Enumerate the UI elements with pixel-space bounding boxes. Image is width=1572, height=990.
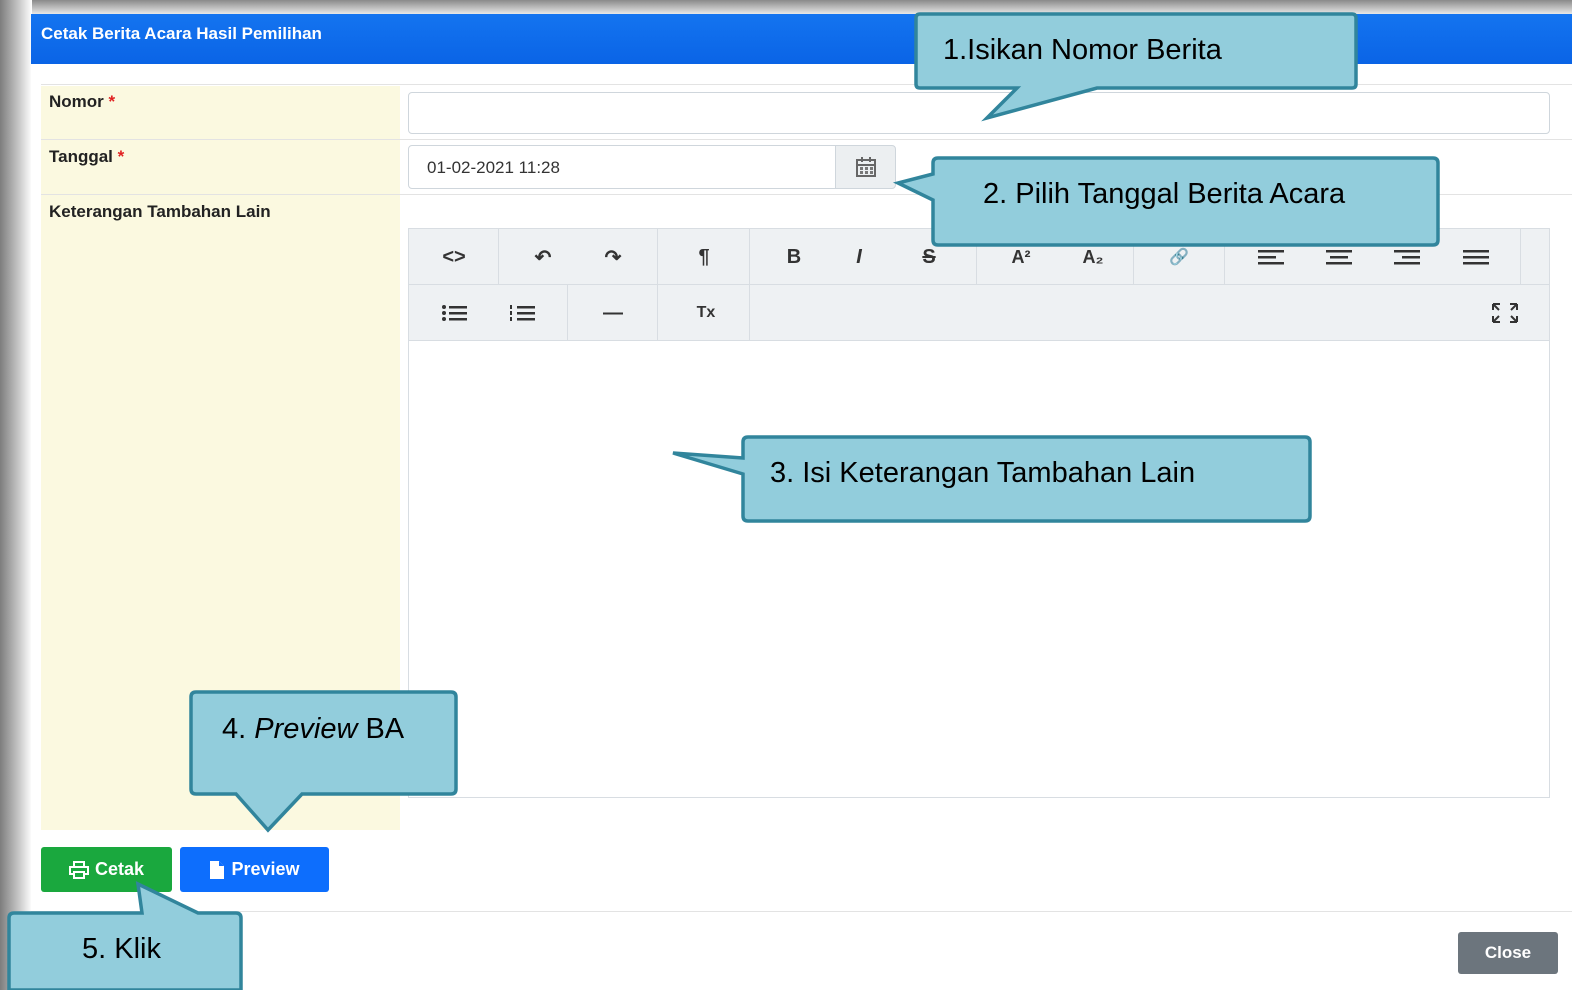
toolbar-separator — [749, 229, 750, 285]
screenshot-frame: Cetak Berita Acara Hasil Pemilihan Nomor… — [0, 0, 1572, 990]
align-center-button[interactable] — [1319, 241, 1359, 273]
preview-label: Preview — [231, 859, 300, 879]
keterangan-label: Keterangan Tambahan Lain — [49, 202, 271, 221]
required-mark: * — [108, 92, 116, 111]
tanggal-label-text: Tanggal — [49, 147, 113, 166]
toolbar-separator — [657, 229, 658, 285]
align-left-button[interactable] — [1251, 241, 1291, 273]
callout-1-text: 1.Isikan Nomor Berita — [943, 34, 1222, 66]
toolbar-row-1: <> ↶ ↷ ¶ B I S A² A₂ 🔗 — [409, 229, 1549, 285]
callout-5-text: 5. Klik — [82, 933, 161, 965]
printer-icon — [68, 860, 89, 879]
footer-divider — [31, 911, 1572, 912]
justify-icon — [1463, 250, 1489, 265]
clear-format-icon: Tx — [696, 304, 716, 321]
fullscreen-icon — [1492, 303, 1518, 323]
callout-4-text: 4. Preview BA — [222, 713, 404, 746]
editor-toolbar: <> ↶ ↷ ¶ B I S A² A₂ 🔗 — Tx — [409, 229, 1549, 341]
subscript-icon: A₂ — [1082, 246, 1104, 267]
calendar-button[interactable] — [835, 145, 896, 189]
italic-icon: I — [856, 245, 862, 268]
callout-3-text: 3. Isi Keterangan Tambahan Lain — [770, 457, 1196, 489]
nomor-label: Nomor * — [49, 92, 115, 112]
link-icon: 🔗 — [1169, 249, 1189, 266]
align-center-icon — [1326, 250, 1352, 265]
nomor-label-text: Nomor — [49, 92, 104, 111]
shadow-top — [0, 0, 1572, 14]
callout-4-number: 4. — [222, 713, 247, 745]
callout-4-italic: Preview — [254, 713, 358, 745]
bold-icon: B — [786, 245, 802, 268]
bullet-list-button[interactable] — [434, 297, 474, 329]
callout-2-text: 2. Pilih Tanggal Berita Acara — [983, 178, 1346, 210]
tanggal-label: Tanggal * — [49, 147, 124, 167]
numbered-list-button[interactable] — [502, 297, 542, 329]
cetak-button[interactable]: Cetak — [41, 847, 172, 892]
undo-button[interactable]: ↶ — [523, 241, 563, 273]
shadow-left — [0, 0, 32, 990]
bold-button[interactable]: B — [774, 241, 814, 273]
align-right-button[interactable] — [1387, 241, 1427, 273]
file-icon — [210, 860, 225, 879]
toolbar-separator — [1520, 229, 1521, 285]
toolbar-separator — [976, 229, 977, 285]
calendar-icon — [855, 157, 876, 177]
strikethrough-button[interactable]: S — [909, 241, 949, 273]
toolbar-separator — [1133, 229, 1134, 285]
subscript-button[interactable]: A₂ — [1073, 241, 1113, 273]
callout-4-rest: BA — [365, 713, 405, 745]
clear-format-button[interactable]: Tx — [686, 297, 726, 329]
toolbar-separator — [749, 285, 750, 341]
tanggal-input[interactable]: 01-02-2021 11:28 — [408, 145, 836, 189]
undo-icon: ↶ — [534, 246, 552, 269]
redo-icon: ↷ — [604, 246, 622, 269]
row-divider — [41, 139, 1572, 140]
justify-button[interactable] — [1456, 241, 1496, 273]
rich-text-editor[interactable]: <> ↶ ↷ ¶ B I S A² A₂ 🔗 — Tx — [408, 228, 1550, 798]
editor-content-area[interactable] — [409, 342, 1549, 797]
code-icon: <> — [442, 245, 466, 268]
code-view-button[interactable]: <> — [434, 241, 474, 273]
toolbar-separator — [1224, 229, 1225, 285]
paragraph-button[interactable]: ¶ — [684, 241, 724, 273]
nomor-input[interactable] — [408, 92, 1550, 134]
close-button[interactable]: Close — [1458, 932, 1558, 974]
modal-title: Cetak Berita Acara Hasil Pemilihan — [41, 24, 322, 43]
italic-button[interactable]: I — [839, 241, 879, 273]
horizontal-rule-button[interactable]: — — [593, 297, 633, 329]
align-right-icon — [1394, 250, 1420, 265]
horizontal-rule-icon: — — [603, 301, 623, 324]
preview-button[interactable]: Preview — [180, 847, 329, 892]
strikethrough-icon: S — [922, 245, 936, 268]
numbered-list-icon — [510, 305, 535, 321]
align-left-icon — [1258, 250, 1284, 265]
superscript-button[interactable]: A² — [1001, 241, 1041, 273]
modal-dialog: Cetak Berita Acara Hasil Pemilihan Nomor… — [31, 14, 1572, 990]
toolbar-separator — [657, 285, 658, 341]
toolbar-row-2: — Tx — [409, 285, 1549, 341]
redo-button[interactable]: ↷ — [593, 241, 633, 273]
bullet-list-icon — [442, 305, 467, 321]
paragraph-icon: ¶ — [698, 245, 710, 268]
modal-header: Cetak Berita Acara Hasil Pemilihan — [31, 14, 1572, 64]
superscript-icon: A² — [1011, 246, 1031, 267]
required-mark: * — [117, 147, 125, 166]
toolbar-separator — [567, 285, 568, 341]
fullscreen-button[interactable] — [1485, 297, 1525, 329]
link-button[interactable]: 🔗 — [1159, 241, 1199, 273]
row-divider — [41, 84, 1572, 85]
cetak-label: Cetak — [94, 859, 145, 879]
toolbar-separator — [498, 229, 499, 285]
